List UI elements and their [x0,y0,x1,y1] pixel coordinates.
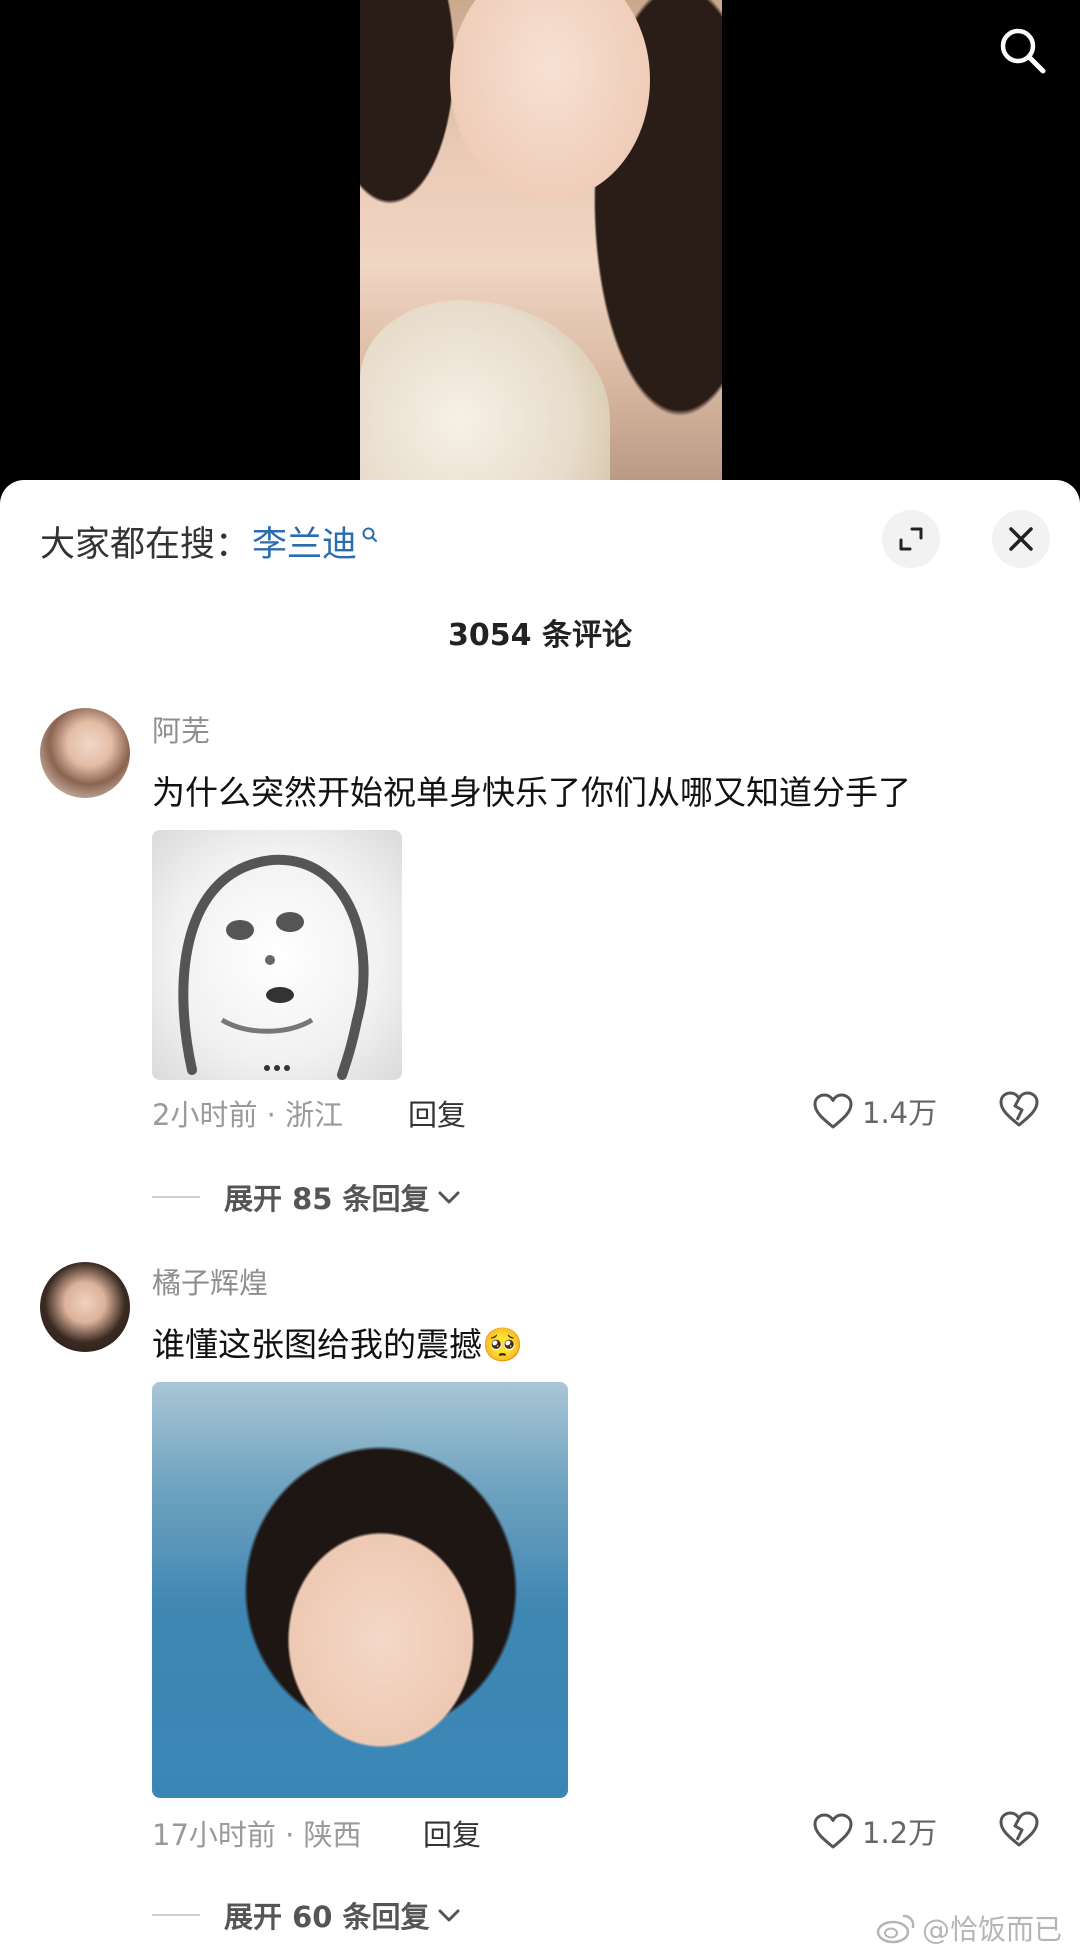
close-button[interactable] [992,510,1050,568]
expand-replies-label: 展开 60 条回复 [224,1900,430,1934]
expand-replies-label: 展开 85 条回复 [224,1182,430,1216]
trending-prefix: 大家都在搜： [40,525,251,565]
comment-image-photo[interactable] [152,1382,568,1798]
trending-search[interactable]: 大家都在搜： 李兰迪 [40,516,379,567]
dislike-button[interactable] [998,1090,1040,1132]
comment-sheet: 大家都在搜： 李兰迪 3054 条评论 阿芜 为什么突然开始祝单身快乐了你们从哪… [0,480,1080,1960]
pleading-emoji: 🥺 [482,1325,524,1364]
comment-username[interactable]: 橘子辉煌 [152,1260,268,1302]
heart-icon [813,1813,853,1849]
meme-drawing [178,854,369,1080]
comment-text: 为什么突然开始祝单身快乐了你们从哪又知道分手了 [152,773,911,812]
close-icon [1009,527,1033,551]
expand-icon [899,527,923,551]
expand-line [152,1914,200,1916]
comment-text-body: 谁懂这张图给我的震撼 [152,1325,482,1364]
reply-button[interactable]: 回复 [423,1812,481,1854]
expand-replies-button[interactable]: 展开 60 条回复 [152,1894,462,1936]
comment-count: 3054 条评论 [448,618,632,653]
video-area[interactable] [0,0,1080,490]
screen: 大家都在搜： 李兰迪 3054 条评论 阿芜 为什么突然开始祝单身快乐了你们从哪… [0,0,1080,1960]
trending-search-icon [362,527,378,542]
expand-line [152,1196,200,1198]
broken-heart-icon [999,1811,1039,1847]
comment-text: 谁懂这张图给我的震撼🥺 [152,1318,523,1366]
comment-image-meme[interactable] [152,830,402,1080]
watermark-text: @恰饭而已 [921,1913,1062,1946]
dislike-button[interactable] [998,1810,1040,1852]
comment-meta: 17小时前 · 陕西 [152,1818,362,1852]
video-frame[interactable] [360,0,722,480]
like-count: 1.2万 [862,1816,938,1850]
search-button[interactable] [992,20,1052,80]
chevron-down-icon [438,1909,460,1922]
like-button[interactable]: 1.4万 [812,1090,937,1132]
chevron-down-icon [438,1191,460,1204]
expand-button[interactable] [882,510,940,568]
broken-heart-icon [999,1091,1039,1127]
search-icon [1000,28,1046,74]
like-button[interactable]: 1.2万 [812,1810,937,1852]
comment-meta: 2小时前 · 浙江 [152,1098,344,1132]
weibo-icon [876,1914,915,1944]
like-count: 1.4万 [862,1096,938,1130]
avatar[interactable] [40,708,130,798]
weibo-watermark: @恰饭而已 [876,1908,1062,1948]
expand-replies-button[interactable]: 展开 85 条回复 [152,1176,462,1218]
comment-username[interactable]: 阿芜 [152,708,210,750]
heart-icon [813,1093,853,1129]
sheet-header: 大家都在搜： 李兰迪 3054 条评论 [0,480,1080,653]
reply-button[interactable]: 回复 [408,1092,466,1134]
trending-keyword[interactable]: 李兰迪 [252,516,357,567]
avatar[interactable] [40,1262,130,1352]
